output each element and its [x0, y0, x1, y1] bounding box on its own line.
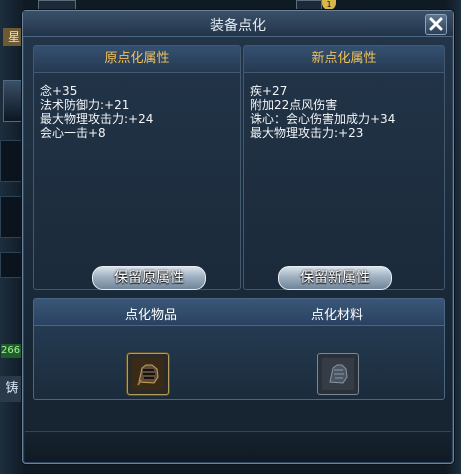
refine-material-slot[interactable]: [317, 353, 359, 395]
new-stat: 疾+27: [250, 84, 288, 98]
original-stat: 法术防御力:+21: [40, 98, 130, 112]
refine-slots-header: 点化物品 点化材料: [34, 299, 444, 326]
new-attributes-header: 新点化属性: [244, 46, 444, 73]
background-slot: [0, 252, 22, 278]
refine-item-slot[interactable]: [127, 353, 169, 395]
dialog-footer: [25, 431, 451, 462]
dialog-title: 装备点化: [210, 18, 266, 34]
refine-item-label: 点化物品: [125, 308, 178, 323]
keep-original-button[interactable]: 保留原属性: [92, 266, 206, 290]
background-slot: [0, 140, 22, 182]
close-icon: [429, 17, 443, 31]
keep-new-button[interactable]: 保留新属性: [278, 266, 392, 290]
background-cast-button[interactable]: 铸: [0, 376, 24, 402]
original-stat: 最大物理攻击力:+24: [40, 112, 154, 126]
refine-slots-panel: 点化物品 点化材料: [33, 298, 445, 400]
new-attributes-panel: 新点化属性 疾+27 附加22点风伤害 诛心：会心伤害加成力+34 最大物理攻击…: [243, 45, 445, 290]
original-attributes-panel: 原点化属性 念+35 法术防御力:+21 最大物理攻击力:+24 会心一击+8: [33, 45, 241, 290]
gauntlet-icon: [132, 358, 164, 390]
background-coin-badge: 1: [322, 0, 336, 10]
refine-material-label: 点化材料: [311, 308, 364, 323]
new-stat: 最大物理攻击力:+23: [250, 126, 364, 140]
equipment-refine-dialog: 装备点化 原点化属性 念+35 法术防御力:+21 最大物理攻击力:+24 会心…: [22, 10, 454, 464]
new-stat: 诛心：会心伤害加成力+34: [250, 112, 396, 126]
new-stat: 附加22点风伤害: [250, 98, 338, 112]
original-stat: 念+35: [40, 84, 78, 98]
original-attributes-header: 原点化属性: [34, 46, 240, 73]
close-button[interactable]: [425, 14, 447, 35]
original-stats-list: 念+35 法术防御力:+21 最大物理攻击力:+24 会心一击+8: [34, 73, 240, 140]
new-stats-list: 疾+27 附加22点风伤害 诛心：会心伤害加成力+34 最大物理攻击力:+23: [244, 73, 444, 140]
background-slot: [0, 196, 22, 238]
original-stat: 会心一击+8: [40, 126, 106, 140]
dialog-titlebar[interactable]: 装备点化: [23, 11, 453, 37]
gauntlet-icon: [322, 358, 354, 390]
